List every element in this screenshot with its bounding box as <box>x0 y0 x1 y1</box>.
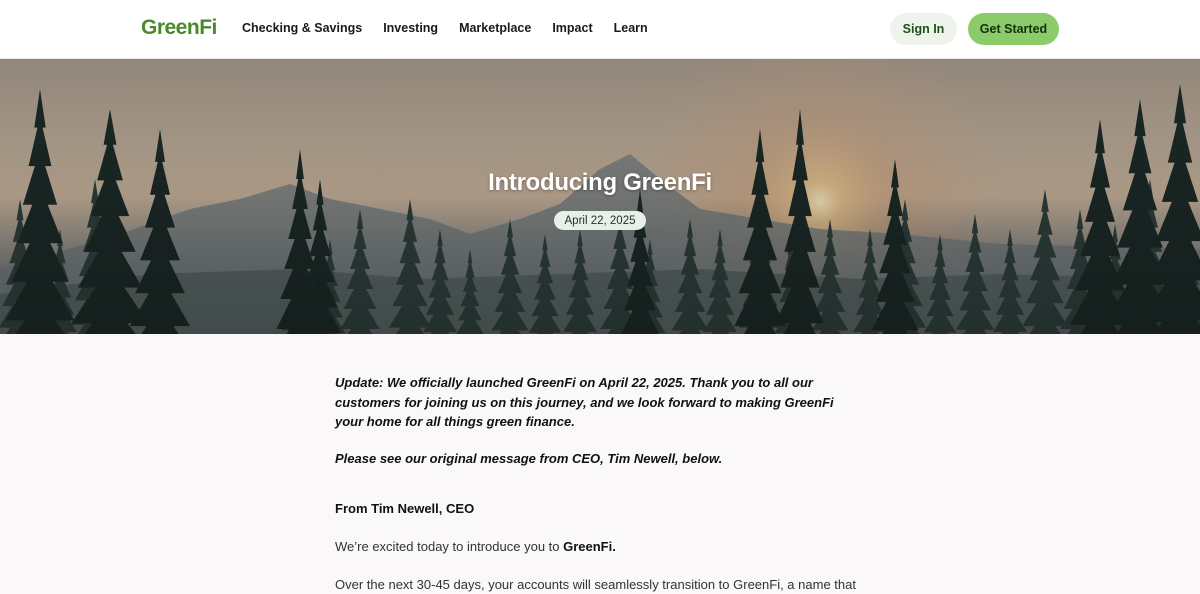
nav-checking-savings[interactable]: Checking & Savings <box>242 21 362 35</box>
brand-name: GreenFi. <box>563 539 616 554</box>
intro-text: We’re excited today to introduce you to <box>335 539 563 554</box>
article-body: Update: We officially launched GreenFi o… <box>335 373 865 594</box>
update-note: Update: We officially launched GreenFi o… <box>335 373 865 432</box>
date-badge: April 22, 2025 <box>554 211 646 230</box>
original-message-note: Please see our original message from CEO… <box>335 449 865 469</box>
nav-learn[interactable]: Learn <box>614 21 648 35</box>
main-nav: Checking & Savings Investing Marketplace… <box>242 21 648 35</box>
hero-banner: Introducing GreenFi April 22, 2025 <box>0 59 1200 334</box>
nav-marketplace[interactable]: Marketplace <box>459 21 531 35</box>
sign-in-button[interactable]: Sign In <box>890 13 957 45</box>
transition-paragraph: Over the next 30-45 days, your accounts … <box>335 575 865 594</box>
intro-paragraph: We’re excited today to introduce you to … <box>335 537 865 557</box>
author-byline: From Tim Newell, CEO <box>335 501 865 516</box>
greenfi-logo[interactable]: GreenFi <box>141 16 217 40</box>
get-started-button[interactable]: Get Started <box>968 13 1059 45</box>
top-navigation-bar: GreenFi Checking & Savings Investing Mar… <box>0 0 1200 59</box>
nav-investing[interactable]: Investing <box>383 21 438 35</box>
hero-title: Introducing GreenFi <box>0 169 1200 197</box>
nav-impact[interactable]: Impact <box>552 21 592 35</box>
